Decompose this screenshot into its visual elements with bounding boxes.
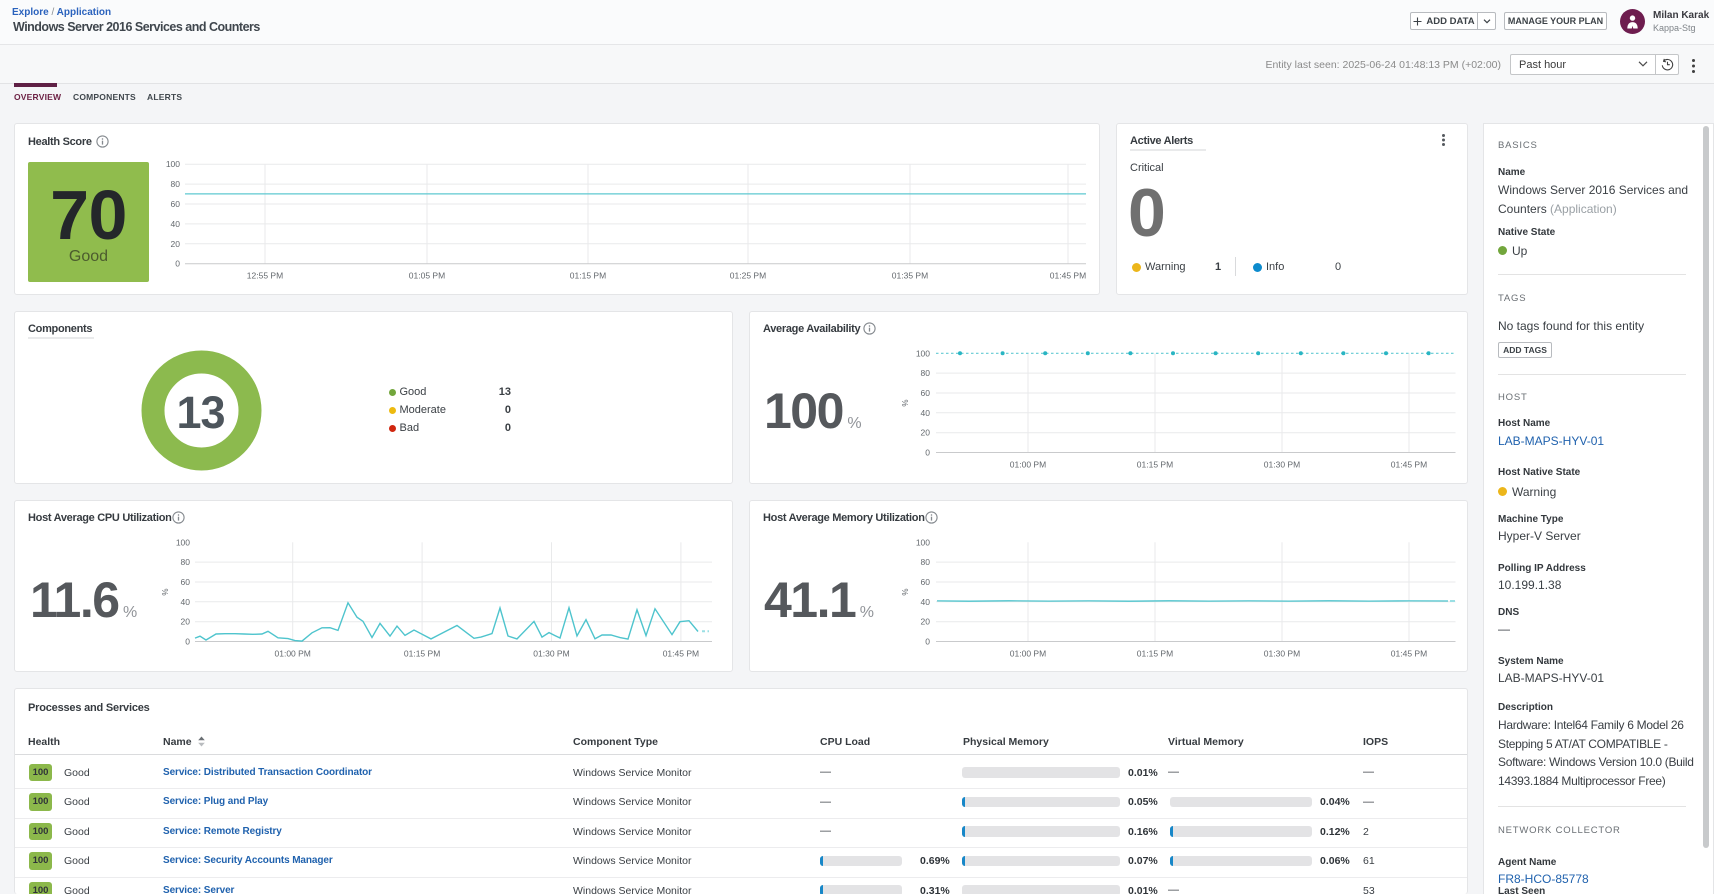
svg-text:0: 0 (925, 637, 930, 647)
svg-text:01:30 PM: 01:30 PM (1264, 460, 1300, 470)
svg-text:60: 60 (181, 577, 191, 587)
svg-text:01:45 PM: 01:45 PM (1391, 649, 1427, 659)
svg-text:100: 100 (916, 348, 930, 358)
svg-text:100: 100 (166, 159, 180, 169)
svg-text:40: 40 (921, 408, 931, 418)
svg-text:0: 0 (175, 259, 180, 269)
svg-text:01:15 PM: 01:15 PM (404, 649, 440, 659)
svg-text:01:00 PM: 01:00 PM (275, 649, 311, 659)
svg-text:20: 20 (181, 617, 191, 627)
svg-text:60: 60 (921, 577, 931, 587)
svg-text:%: % (161, 588, 170, 595)
svg-text:60: 60 (921, 388, 931, 398)
svg-text:100: 100 (916, 537, 930, 547)
svg-text:20: 20 (921, 428, 931, 438)
svg-text:%: % (901, 399, 910, 406)
svg-text:100: 100 (176, 537, 190, 547)
svg-text:13: 13 (176, 387, 224, 438)
svg-text:01:30 PM: 01:30 PM (533, 649, 569, 659)
svg-text:01:15 PM: 01:15 PM (1137, 649, 1173, 659)
svg-text:0: 0 (185, 637, 190, 647)
svg-text:60: 60 (171, 199, 181, 209)
svg-text:20: 20 (921, 617, 931, 627)
svg-text:01:35 PM: 01:35 PM (892, 271, 928, 281)
svg-text:40: 40 (171, 219, 181, 229)
svg-text:01:45 PM: 01:45 PM (663, 649, 699, 659)
svg-text:80: 80 (921, 368, 931, 378)
svg-text:01:45 PM: 01:45 PM (1050, 271, 1086, 281)
svg-text:40: 40 (921, 597, 931, 607)
svg-text:01:15 PM: 01:15 PM (1137, 460, 1173, 470)
svg-text:01:05 PM: 01:05 PM (409, 271, 445, 281)
svg-text:01:45 PM: 01:45 PM (1391, 460, 1427, 470)
svg-text:01:00 PM: 01:00 PM (1010, 649, 1046, 659)
svg-text:80: 80 (921, 557, 931, 567)
svg-text:12:55 PM: 12:55 PM (247, 271, 283, 281)
svg-text:80: 80 (181, 557, 191, 567)
svg-text:20: 20 (171, 239, 181, 249)
svg-text:0: 0 (925, 448, 930, 458)
svg-text:01:30 PM: 01:30 PM (1264, 649, 1300, 659)
svg-text:40: 40 (181, 597, 191, 607)
svg-text:%: % (901, 588, 910, 595)
svg-text:01:25 PM: 01:25 PM (730, 271, 766, 281)
svg-text:80: 80 (171, 179, 181, 189)
svg-text:01:00 PM: 01:00 PM (1010, 460, 1046, 470)
svg-text:01:15 PM: 01:15 PM (570, 271, 606, 281)
